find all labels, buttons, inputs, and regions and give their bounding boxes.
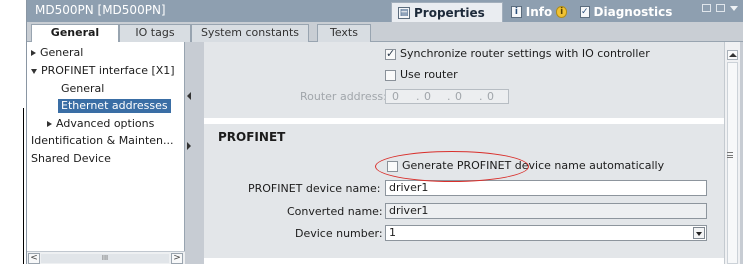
nav-item-label: General bbox=[40, 46, 84, 59]
scroll-right-button[interactable]: > bbox=[171, 253, 183, 264]
tab-diagnostics-label: Diagnostics bbox=[593, 5, 673, 19]
nav-item-label: General bbox=[61, 82, 105, 95]
tab-general[interactable]: General bbox=[31, 24, 119, 43]
restore-icon[interactable] bbox=[702, 4, 711, 12]
converted-name-label: Converted name: bbox=[287, 205, 383, 218]
nav-item-label: Advanced options bbox=[56, 117, 155, 130]
ethernet-settings-panel: Synchronize router settings with IO cont… bbox=[204, 42, 724, 264]
collapse-icon[interactable] bbox=[31, 68, 37, 74]
info-icon: i bbox=[511, 6, 522, 18]
properties-icon: ▤ bbox=[398, 6, 410, 19]
profinet-section: PROFINET Generate PROFINET device name a… bbox=[204, 124, 724, 258]
device-number-label: Device number: bbox=[295, 227, 383, 240]
nav-item-general[interactable]: General bbox=[31, 46, 83, 60]
ip-protocol-section: Synchronize router settings with IO cont… bbox=[204, 42, 724, 118]
highlight-ellipse bbox=[375, 151, 529, 182]
ip-octet: 0 bbox=[455, 90, 462, 103]
nav-item-advanced-options[interactable]: Advanced options bbox=[47, 117, 154, 131]
tab-texts[interactable]: Texts bbox=[317, 24, 371, 42]
vertical-scrollbar[interactable] bbox=[724, 42, 740, 264]
tab-diagnostics[interactable]: ✓ Diagnostics bbox=[574, 2, 676, 22]
use-router-checkbox[interactable] bbox=[385, 70, 396, 81]
tab-system-constants[interactable]: System constants bbox=[191, 24, 309, 42]
nav-tree: General PROFINET interface [X1] General … bbox=[27, 42, 185, 264]
device-number-value: 1 bbox=[389, 226, 396, 239]
use-router-label: Use router bbox=[400, 68, 458, 81]
ip-separator: . bbox=[479, 90, 483, 103]
sync-router-label: Synchronize router settings with IO cont… bbox=[400, 47, 650, 60]
inspector-window: MD500PN [MD500PN] ▤ Properties i Info i … bbox=[26, 0, 743, 264]
tab-info[interactable]: i Info i bbox=[505, 2, 573, 22]
tab-info-label: Info bbox=[525, 5, 553, 19]
scroll-left-button[interactable]: < bbox=[28, 253, 40, 264]
info-badge-icon: i bbox=[556, 6, 567, 18]
scroll-thumb[interactable]: III bbox=[41, 254, 169, 263]
window-controls bbox=[702, 4, 738, 12]
tab-properties-label: Properties bbox=[414, 5, 485, 20]
ip-separator: . bbox=[416, 90, 420, 103]
device-name-label: PROFINET device name: bbox=[248, 182, 381, 195]
profinet-section-title: PROFINET bbox=[218, 130, 286, 144]
diagnostics-icon: ✓ bbox=[580, 6, 590, 18]
scroll-up-button[interactable] bbox=[727, 50, 738, 60]
nav-item-label: Ethernet addresses bbox=[61, 99, 168, 112]
ip-octet: 0 bbox=[487, 90, 494, 103]
panel-splitter[interactable] bbox=[186, 42, 194, 264]
dropdown-arrow-icon[interactable] bbox=[693, 227, 705, 239]
nav-item-label: PROFINET interface [X1] bbox=[41, 64, 175, 77]
ip-separator: . bbox=[447, 90, 451, 103]
nav-item-profinet-interface[interactable]: PROFINET interface [X1] bbox=[31, 64, 175, 78]
minimize-icon[interactable] bbox=[716, 4, 725, 12]
menu-dropdown-icon[interactable] bbox=[730, 6, 738, 11]
nav-item-identification[interactable]: Identification & Mainten... bbox=[31, 134, 174, 148]
router-address-label: Router address: bbox=[300, 90, 387, 103]
left-frame bbox=[0, 0, 24, 264]
expand-icon[interactable] bbox=[47, 121, 52, 127]
ip-octet: 0 bbox=[424, 90, 431, 103]
tab-io-tags[interactable]: IO tags bbox=[119, 24, 191, 42]
nav-item-label: Identification & Mainten... bbox=[31, 134, 174, 147]
window-title: MD500PN [MD500PN] bbox=[35, 3, 166, 17]
title-bar: MD500PN [MD500PN] ▤ Properties i Info i … bbox=[27, 0, 743, 22]
nav-item-interface-general[interactable]: General bbox=[61, 82, 104, 96]
nav-item-shared-device[interactable]: Shared Device bbox=[31, 152, 111, 166]
expand-icon[interactable] bbox=[31, 50, 36, 56]
device-number-select[interactable]: 1 bbox=[385, 225, 707, 241]
device-name-input[interactable]: driver1 bbox=[385, 180, 707, 196]
sync-router-checkbox[interactable] bbox=[385, 47, 396, 60]
tab-properties[interactable]: ▤ Properties bbox=[391, 2, 503, 22]
divider-line bbox=[23, 108, 24, 264]
nav-item-ethernet-addresses[interactable]: Ethernet addresses bbox=[58, 99, 171, 113]
collapse-left-icon[interactable] bbox=[187, 92, 191, 100]
converted-name-field: driver1 bbox=[385, 203, 707, 219]
scroll-thumb[interactable] bbox=[727, 62, 738, 264]
expand-right-icon[interactable] bbox=[187, 142, 191, 150]
scroll-grip-icon bbox=[727, 152, 733, 158]
nav-horizontal-scrollbar[interactable]: < III > bbox=[27, 251, 185, 264]
property-tabs: General IO tags System constants Texts bbox=[27, 22, 743, 43]
router-address-field: 0 . 0 . 0 . 0 bbox=[385, 89, 509, 104]
ip-octet: 0 bbox=[392, 90, 399, 103]
nav-item-label: Shared Device bbox=[31, 152, 111, 165]
